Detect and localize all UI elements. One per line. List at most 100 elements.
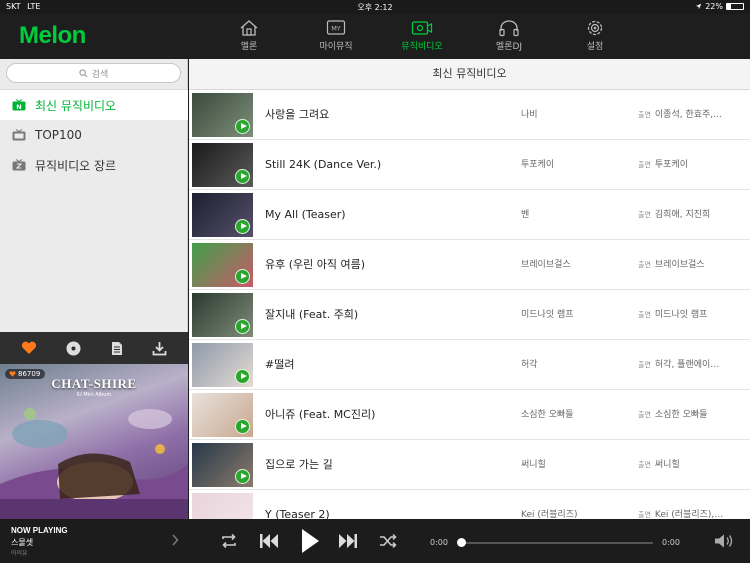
play-icon[interactable] — [235, 369, 250, 384]
new-badge-icon: N — [12, 99, 26, 111]
location-arrow-icon — [695, 3, 702, 10]
cast-label: 출연 — [638, 511, 651, 519]
my-music-icon: MY — [326, 20, 346, 35]
video-list: 사랑을 그려요 나비출연 이종석, 한효주,… Still 24K (Dance Ve… — [189, 90, 750, 519]
video-title[interactable]: 집으로 가는 길 — [265, 440, 333, 490]
video-thumbnail[interactable] — [192, 93, 253, 137]
gear-icon — [587, 20, 603, 36]
shuffle-icon[interactable] — [379, 533, 397, 549]
table-row[interactable]: 유후 (우린 아직 여름) 브레이브걸스 출연 브레이브걸스 — [189, 240, 750, 290]
video-artist[interactable]: 벤 — [521, 190, 529, 240]
heart-icon[interactable] — [21, 341, 37, 355]
melon-logo[interactable]: Melon — [19, 22, 86, 50]
svg-text:N: N — [16, 103, 21, 111]
video-thumbnail[interactable] — [192, 443, 253, 487]
tab-melon-home[interactable]: 멜론 — [219, 19, 279, 57]
table-row[interactable]: 사랑을 그려요 나비 출연 이종석, 한효주,… — [189, 90, 750, 140]
video-title[interactable]: 잘지내 (Feat. 주희) — [265, 290, 358, 340]
video-title[interactable]: 아니쥬 (Feat. MC진리) — [265, 390, 375, 440]
video-thumbnail[interactable] — [192, 243, 253, 287]
play-icon[interactable] — [235, 269, 250, 284]
next-icon[interactable] — [338, 532, 358, 550]
video-artist[interactable]: 미드나잇 램프 — [521, 290, 574, 340]
repeat-icon[interactable] — [220, 533, 238, 549]
video-artist[interactable]: 브레이브걸스 — [521, 240, 571, 290]
lyrics-icon[interactable] — [111, 341, 123, 356]
previous-icon[interactable] — [259, 532, 279, 550]
sidebar-item-genre[interactable]: 뮤직비디오 장르 — [0, 150, 188, 180]
search-icon — [79, 68, 88, 77]
play-icon[interactable] — [235, 119, 250, 134]
video-thumbnail[interactable] — [192, 193, 253, 237]
player-action-bar — [0, 332, 188, 364]
progress-track[interactable] — [460, 542, 653, 544]
album-title: CHAT-SHIRE — [51, 376, 137, 391]
video-title[interactable]: 사랑을 그려요 — [265, 90, 329, 140]
top-navigation: Melon 멜론 MY 마이뮤직 뮤직비디오 멜론DJ 설정 — [0, 14, 750, 59]
cast-names: 허각, 플랜에이… — [654, 360, 720, 370]
tab-settings[interactable]: 설정 — [565, 19, 625, 57]
cast-names: Kei (러블리즈),… — [654, 510, 724, 519]
playback-bar: NOW PLAYING 스물셋 아이유 0:00 0:00 — [0, 519, 750, 563]
table-row[interactable]: 잘지내 (Feat. 주희) 미드나잇 램프 출연 미드나잇 램프 — [189, 290, 750, 340]
now-playing-song: 스물셋 — [11, 538, 34, 547]
cast-label: 출연 — [638, 311, 651, 319]
video-title[interactable]: 유후 (우린 아직 여름) — [265, 240, 365, 290]
progress-knob[interactable] — [457, 538, 466, 547]
download-icon[interactable] — [152, 341, 167, 356]
video-artist[interactable]: Kei (러블리즈) — [521, 490, 578, 519]
play-icon[interactable] — [235, 469, 250, 484]
cast-names: 써니힐 — [654, 460, 680, 470]
table-row[interactable]: Y (Teaser 2) Kei (러블리즈) 출연 Kei (러블리즈),… — [189, 490, 750, 519]
cast-names: 미드나잇 램프 — [654, 310, 708, 320]
tab-melon-dj[interactable]: 멜론DJ — [479, 19, 539, 57]
sidebar-item-latest-videos[interactable]: N 최신 뮤직비디오 — [0, 90, 188, 120]
video-artist[interactable]: 허각 — [521, 340, 538, 390]
tab-label: 뮤직비디오 — [401, 42, 443, 52]
video-thumbnail[interactable] — [192, 293, 253, 337]
table-row[interactable]: #떨려 허각 출연 허각, 플랜에이… — [189, 340, 750, 390]
video-thumbnail[interactable] — [192, 393, 253, 437]
video-title[interactable]: Still 24K (Dance Ver.) — [265, 140, 381, 190]
status-bar: SKT LTE 오후 2:12 22% — [0, 0, 750, 14]
cast-names: 소심한 오빠들 — [654, 410, 708, 420]
play-icon[interactable] — [235, 319, 250, 334]
video-title[interactable]: #떨려 — [265, 340, 294, 390]
cast-label: 출연 — [638, 461, 651, 469]
disc-icon[interactable] — [66, 341, 81, 356]
chevron-right-icon[interactable] — [171, 534, 179, 546]
tab-music-video[interactable]: 뮤직비디오 — [392, 19, 452, 57]
play-icon[interactable] — [235, 169, 250, 184]
now-playing-info[interactable]: NOW PLAYING 스물셋 아이유 — [11, 526, 68, 557]
video-artist[interactable]: 소심한 오빠들 — [521, 390, 574, 440]
video-title[interactable]: My All (Teaser) — [265, 190, 346, 240]
play-icon[interactable] — [300, 528, 320, 554]
table-row[interactable]: My All (Teaser) 벤 출연 김희애, 지진희 — [189, 190, 750, 240]
video-cast: 출연 소심한 오빠들 — [638, 390, 750, 440]
thumbnail-image — [192, 493, 253, 519]
video-cast: 출연 허각, 플랜에이… — [638, 340, 750, 390]
video-title[interactable]: Y (Teaser 2) — [265, 490, 330, 519]
play-icon[interactable] — [235, 419, 250, 434]
tab-my-music[interactable]: MY 마이뮤직 — [306, 19, 366, 57]
table-row[interactable]: Still 24K (Dance Ver.) 투포케이 출연 투포케이 — [189, 140, 750, 190]
tv-icon — [12, 129, 26, 141]
cast-names: 이종석, 한효주,… — [654, 110, 723, 120]
sidebar-item-label: 뮤직비디오 장르 — [35, 158, 117, 173]
tab-label: 멜론 — [240, 42, 258, 52]
table-row[interactable]: 아니쥬 (Feat. MC진리) 소심한 오빠들 출연 소심한 오빠들 — [189, 390, 750, 440]
video-thumbnail[interactable] — [192, 143, 253, 187]
album-art[interactable]: 86709 CHAT-SHIRE IU Mini Album — [0, 364, 188, 519]
video-artist[interactable]: 투포케이 — [521, 140, 554, 190]
search-input[interactable]: 검색 — [6, 63, 181, 83]
table-row[interactable]: 집으로 가는 길 써니힐 출연 써니힐 — [189, 440, 750, 490]
video-thumbnail[interactable] — [192, 493, 253, 519]
volume-icon[interactable] — [714, 533, 734, 549]
play-icon[interactable] — [235, 219, 250, 234]
video-artist[interactable]: 써니힐 — [521, 440, 546, 490]
battery-fill — [727, 4, 731, 9]
sidebar-item-top100[interactable]: TOP100 — [0, 120, 188, 150]
video-thumbnail[interactable] — [192, 343, 253, 387]
page-title: 최신 뮤직비디오 — [189, 59, 750, 90]
video-artist[interactable]: 나비 — [521, 90, 538, 140]
